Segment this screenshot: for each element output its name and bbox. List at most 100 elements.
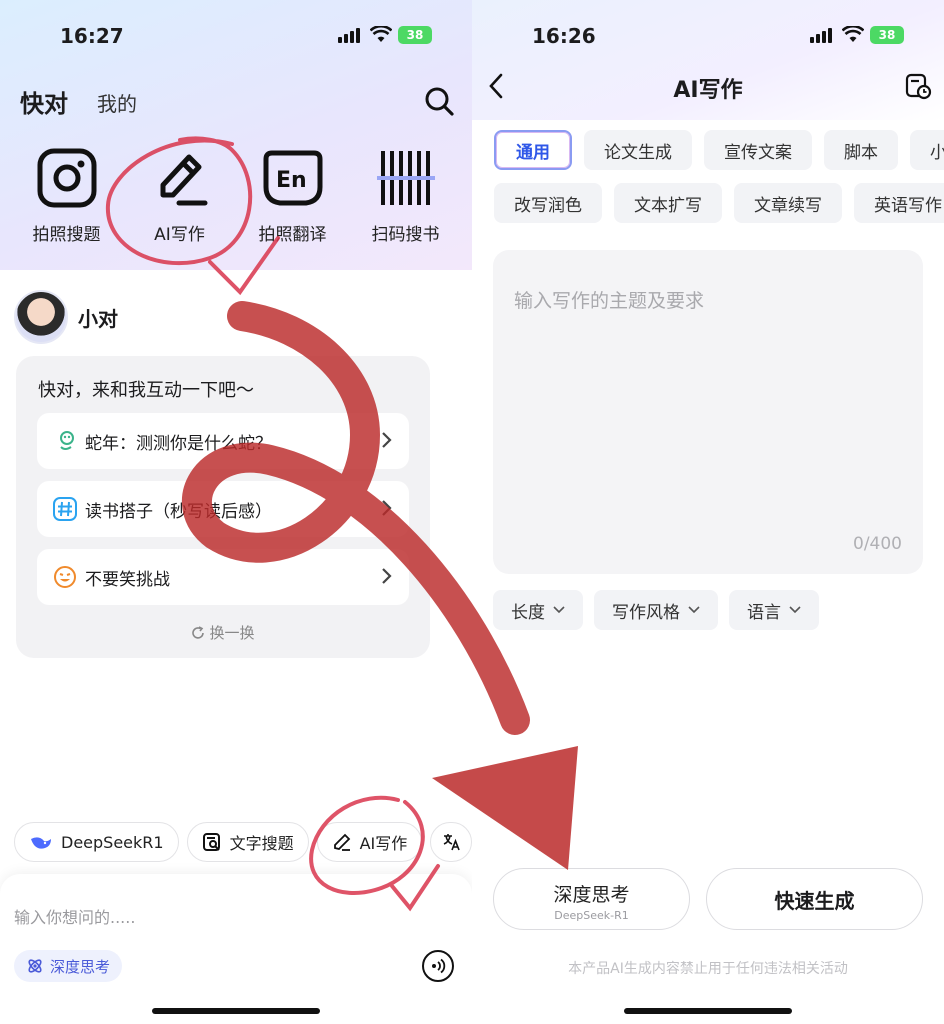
chevron-right-icon: [382, 568, 392, 584]
language-dropdown[interactable]: 语言: [729, 590, 819, 630]
chip-label: 文字搜题: [229, 834, 294, 853]
tool-label: 拍照翻译: [258, 225, 327, 245]
status-bar: 16:26 38: [472, 22, 944, 50]
whale-icon: [31, 837, 51, 849]
tool-label: 拍照搜题: [32, 225, 101, 245]
chevron-down-icon: [553, 606, 565, 614]
input-placeholder: 输入写作的主题及要求: [514, 290, 705, 312]
chip-label: DeepSeekR1: [61, 832, 164, 852]
wifi-icon: [842, 26, 864, 42]
deep-think-label: 深度思考: [50, 957, 111, 976]
suggestion-text: 蛇年：测测你是什么蛇？: [85, 433, 272, 454]
tool-barcode-book[interactable]: 扫码搜书: [349, 146, 462, 245]
atom-icon: [28, 959, 42, 973]
refresh-label: 换一换: [209, 624, 255, 642]
chip-text-search[interactable]: 文字搜题: [186, 822, 309, 862]
voice-icon: [432, 958, 446, 974]
quick-chips: DeepSeekR1 文字搜题 AI写作: [14, 822, 472, 862]
suggestion-text: 不要笑挑战: [85, 569, 170, 590]
tool-grid: 拍照搜题 AI写作 En 拍照翻译 扫码搜书: [10, 146, 462, 245]
deep-think-toggle[interactable]: 深度思考: [14, 950, 123, 982]
option-label: 写作风格: [612, 602, 680, 623]
left-screen: 16:27 38 快对 我的 拍照搜题 AI写作 En 拍照翻译 扫码搜书 小对…: [0, 0, 472, 1024]
suggestion-card: 快对，来和我互动一下吧～ 蛇年：测测你是什么蛇？ 读书搭子（秒写读后感） 不要笑…: [16, 356, 430, 658]
tool-photo-translate[interactable]: En 拍照翻译: [236, 146, 349, 245]
signal-icon: [338, 28, 360, 43]
category-tabs-row2: 改写润色 文本扩写 文章续写 英语写作: [494, 183, 944, 223]
chip-translate[interactable]: [430, 822, 472, 862]
chevron-right-icon: [382, 500, 392, 516]
chevron-right-icon: [382, 432, 392, 448]
status-time: 16:27: [60, 24, 124, 48]
barcode-icon: [376, 151, 435, 205]
category-tabs-row1: 通用 论文生成 宣传文案 脚本 小: [494, 130, 944, 170]
option-label: 长度: [511, 602, 545, 623]
voice-button[interactable]: [422, 950, 454, 982]
style-dropdown[interactable]: 写作风格: [594, 590, 718, 630]
battery-indicator: 38: [870, 26, 904, 44]
signal-icon: [810, 28, 832, 43]
tab-expand[interactable]: 文本扩写: [614, 183, 722, 223]
tab-script[interactable]: 脚本: [824, 130, 898, 170]
option-dropdowns: 长度 写作风格 语言: [493, 590, 819, 630]
wifi-icon: [370, 26, 392, 42]
search-icon[interactable]: [422, 84, 456, 118]
status-bar: 16:27 38: [0, 22, 472, 50]
translate-icon: [443, 834, 461, 851]
button-label: 深度思考: [553, 884, 630, 906]
button-sublabel: DeepSeek-R1: [554, 909, 629, 922]
camera-icon: [37, 148, 96, 208]
battery-indicator: 38: [398, 26, 432, 44]
length-dropdown[interactable]: 长度: [493, 590, 583, 630]
refresh-icon: [192, 626, 205, 639]
chip-deepseek[interactable]: DeepSeekR1: [14, 822, 179, 862]
status-time: 16:26: [532, 24, 596, 48]
page-title: AI写作: [673, 78, 743, 103]
suggestion-item[interactable]: 蛇年：测测你是什么蛇？: [37, 413, 409, 469]
tab-paper[interactable]: 论文生成: [584, 130, 692, 170]
bot-name: 小对: [78, 306, 118, 331]
tab-general[interactable]: 通用: [494, 130, 572, 170]
suggestion-item[interactable]: 不要笑挑战: [37, 549, 409, 605]
hashtag-icon: [53, 497, 77, 521]
chip-ai-writing[interactable]: AI写作: [316, 822, 423, 862]
avatar[interactable]: [14, 290, 68, 344]
tab-promo[interactable]: 宣传文案: [704, 130, 812, 170]
tab-rewrite[interactable]: 改写润色: [494, 183, 602, 223]
disclaimer-text: 本产品AI生成内容禁止用于任何违法相关活动: [568, 961, 848, 977]
quick-generate-button[interactable]: 快速生成: [706, 868, 923, 930]
tab-mine[interactable]: 我的: [97, 88, 137, 117]
tab-kuaidui[interactable]: 快对: [20, 84, 68, 119]
chevron-down-icon: [688, 606, 700, 614]
text-search-icon: [202, 833, 220, 851]
card-greeting: 快对，来和我互动一下吧～: [38, 380, 254, 401]
tool-photo-search[interactable]: 拍照搜题: [10, 146, 123, 245]
tab-continue[interactable]: 文章续写: [734, 183, 842, 223]
tab-english[interactable]: 英语写作: [854, 183, 944, 223]
chevron-down-icon: [789, 606, 801, 614]
tool-label: 扫码搜书: [371, 225, 440, 245]
writing-topic-input[interactable]: 输入写作的主题及要求 0/400: [493, 250, 923, 574]
home-indicator: [624, 1008, 792, 1014]
translate-en-icon: En: [263, 150, 322, 206]
char-counter: 0/400: [853, 534, 902, 554]
right-screen: 16:26 38 AI写作 通用 论文生成 宣传文案 脚本 小 改写润色 文本扩…: [472, 0, 944, 1024]
deep-think-button[interactable]: 深度思考 DeepSeek-R1: [493, 868, 690, 930]
option-label: 语言: [747, 602, 781, 623]
bot-header: 小对: [14, 290, 118, 344]
pen-icon: [160, 154, 207, 206]
svg-text:En: En: [276, 168, 307, 193]
chat-input-area: 输入你想问的..... 深度思考: [0, 874, 472, 1024]
pen-icon: [333, 833, 350, 851]
chip-label: AI写作: [359, 834, 408, 853]
tab-more[interactable]: 小: [910, 130, 944, 170]
history-icon[interactable]: [904, 72, 932, 100]
suggestion-item[interactable]: 读书搭子（秒写读后感）: [37, 481, 409, 537]
refresh-button[interactable]: 换一换: [16, 622, 430, 643]
tool-label: AI写作: [154, 225, 205, 245]
chat-input[interactable]: 输入你想问的.....: [14, 904, 135, 928]
laugh-icon: [54, 566, 76, 588]
tool-ai-writing[interactable]: AI写作: [123, 146, 236, 245]
snake-icon: [60, 431, 74, 450]
suggestion-text: 读书搭子（秒写读后感）: [85, 501, 272, 522]
